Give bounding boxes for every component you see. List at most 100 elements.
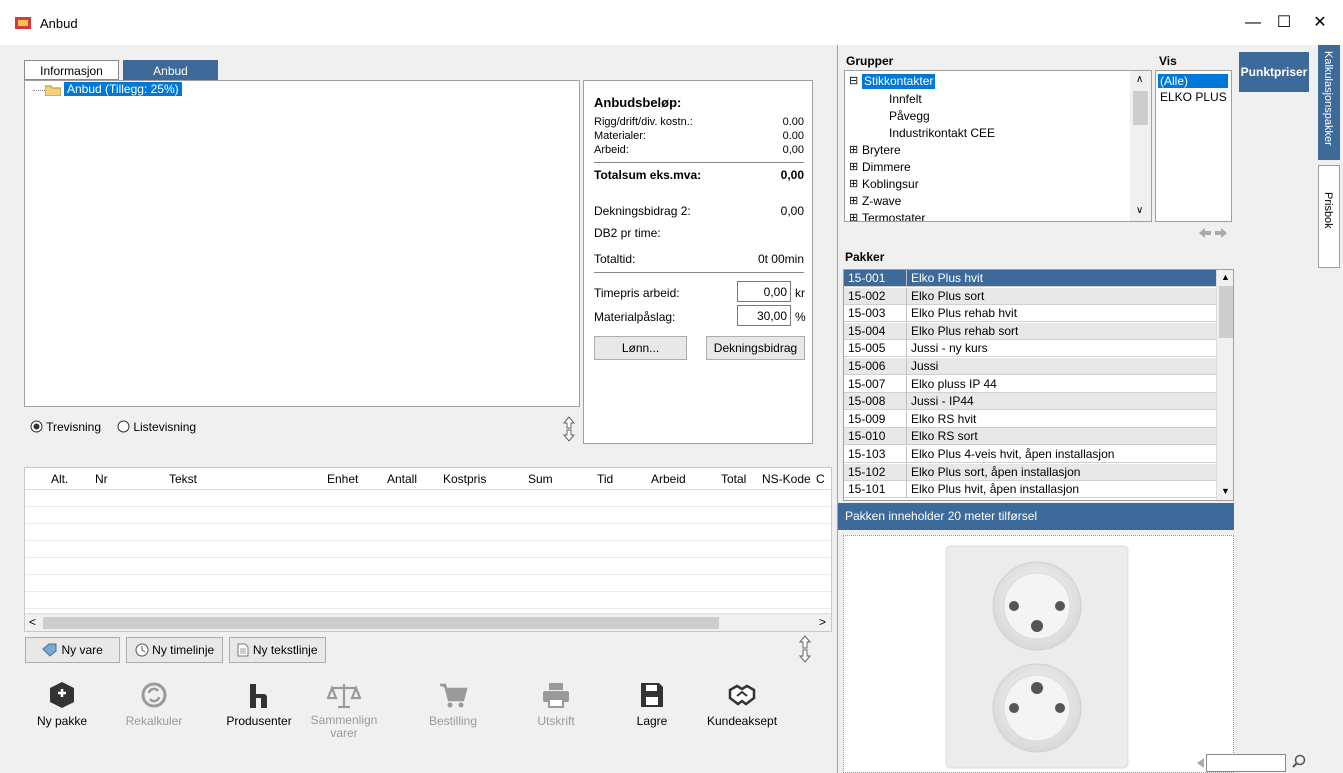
pakke-row[interactable]: 15-006 Jussi: [844, 358, 1216, 375]
pakke-code: 15-103: [848, 447, 886, 461]
scroll-thumb[interactable]: [1219, 286, 1233, 338]
sammenlign-label: Sammenlign varer: [310, 713, 378, 740]
pakke-name: Elko Plus 4-veis hvit, åpen installasjon: [911, 447, 1115, 461]
pakke-row[interactable]: 15-010 Elko RS sort: [844, 428, 1216, 446]
scroll-up-icon[interactable]: ∧: [1136, 74, 1143, 85]
search-icon[interactable]: [1292, 754, 1306, 768]
ny-vare-button[interactable]: Ny vare: [25, 637, 120, 663]
tab-anbud[interactable]: Anbud: [123, 60, 218, 80]
tab-kalkulasjonspakker[interactable]: Kalkulasjonspakker: [1318, 45, 1340, 160]
group-industrikontakt[interactable]: Industrikontakt CEE: [889, 126, 995, 141]
vertical-scrollbar[interactable]: ∧ ∨: [1130, 71, 1151, 221]
expand-icon[interactable]: ⊞: [849, 211, 858, 221]
produsenter-button[interactable]: Produsenter: [214, 680, 304, 728]
group-pavegg[interactable]: Påvegg: [889, 109, 930, 124]
utskrift-button[interactable]: Utskrift: [511, 680, 601, 728]
dekningsbidrag-button[interactable]: Dekningsbidrag: [706, 336, 805, 360]
horizontal-scrollbar[interactable]: < >: [25, 613, 831, 631]
scroll-right-icon[interactable]: >: [819, 615, 826, 629]
pakke-row[interactable]: 15-008 Jussi - IP44: [844, 393, 1216, 411]
pakke-row[interactable]: 15-005 Jussi - ny kurs: [844, 340, 1216, 358]
pakke-name: Elko Plus rehab hvit: [911, 306, 1018, 321]
scroll-left-icon[interactable]: <: [29, 615, 36, 629]
pakke-row[interactable]: 15-003 Elko Plus rehab hvit: [844, 305, 1216, 323]
collapse-icon[interactable]: ⊟: [849, 74, 858, 89]
group-dimmere[interactable]: Dimmere: [862, 160, 911, 175]
radio-listevisning[interactable]: Listevisning: [117, 420, 196, 434]
pakke-row[interactable]: 15-102 Elko Plus sort, åpen installasjon: [844, 463, 1216, 481]
bestilling-label: Bestilling: [428, 714, 478, 728]
db2-row: Dekningsbidrag 2: 0,00: [594, 204, 804, 218]
kundeaksept-button[interactable]: Kundeaksept: [697, 680, 787, 728]
radio-trevisning[interactable]: Trevisning: [30, 420, 101, 434]
lagre-button[interactable]: Lagre: [607, 680, 697, 728]
pakke-name: Elko Plus sort, åpen installasjon: [911, 464, 1081, 479]
scroll-down-icon[interactable]: ▼: [1221, 486, 1230, 496]
paslag-input[interactable]: 30,00: [737, 305, 791, 326]
cart-icon: [408, 680, 498, 714]
pakke-row[interactable]: 15-009 Elko RS hvit: [844, 410, 1216, 428]
lonn-button[interactable]: Lønn...: [594, 336, 687, 360]
expand-icon[interactable]: ⊞: [849, 177, 858, 192]
ny-timelinje-button[interactable]: Ny timelinje: [126, 637, 223, 663]
expand-icon[interactable]: ⊞: [849, 194, 858, 209]
pakke-row[interactable]: 15-001 Elko Plus hvit: [844, 270, 1216, 287]
pakke-row[interactable]: 15-101 Elko Plus hvit, åpen installasjon: [844, 481, 1216, 499]
move-updown-icon[interactable]: [563, 416, 575, 442]
vis-item-elko[interactable]: ELKO PLUS: [1160, 90, 1227, 104]
rekalkuler-button[interactable]: Rekalkuler: [109, 680, 199, 728]
pakke-name: Elko Plus rehab sort: [911, 323, 1019, 338]
vis-item-alle[interactable]: (Alle): [1158, 74, 1228, 88]
pakke-row[interactable]: 15-004 Elko Plus rehab sort: [844, 322, 1216, 340]
group-stikkontakter[interactable]: Stikkontakter: [862, 74, 936, 89]
pakke-separator: [906, 410, 907, 428]
move-updown-icon[interactable]: [799, 635, 811, 663]
tab-informasjon[interactable]: Informasjon: [24, 60, 119, 80]
timepris-input[interactable]: 0,00: [737, 281, 791, 302]
timepris-unit: kr: [795, 286, 805, 300]
tab-kalkulasjonspakker-label: Kalkulasjonspakker: [1322, 51, 1334, 146]
pakke-separator: [906, 270, 907, 287]
swap-arrows-icon[interactable]: [1198, 227, 1228, 239]
scroll-up-icon[interactable]: ▲: [1221, 272, 1230, 282]
scroll-down-icon[interactable]: ∨: [1136, 205, 1143, 216]
factory-icon: [214, 680, 304, 714]
divider: [594, 162, 804, 163]
pakke-name: Jussi: [911, 359, 939, 373]
scroll-thumb[interactable]: [1133, 91, 1148, 125]
group-innfelt[interactable]: Innfelt: [889, 92, 922, 107]
pakke-row[interactable]: 15-002 Elko Plus sort: [844, 287, 1216, 305]
close-button[interactable]: ✕: [1305, 10, 1335, 36]
group-termostater[interactable]: Termostater: [862, 211, 925, 221]
pakke-row[interactable]: 15-007 Elko pluss IP 44: [844, 375, 1216, 393]
ny-pakke-button[interactable]: Ny pakke: [17, 680, 107, 728]
pakke-row[interactable]: 15-103 Elko Plus 4-veis hvit, åpen instal…: [844, 446, 1216, 463]
minimize-button[interactable]: —: [1238, 10, 1268, 36]
expand-icon[interactable]: ⊞: [849, 143, 858, 158]
ny-tekstlinje-button[interactable]: Ny tekstlinje: [229, 637, 326, 663]
punktpriser-button[interactable]: Punktpriser: [1239, 52, 1309, 92]
pakke-separator: [906, 340, 907, 358]
vertical-scrollbar[interactable]: ▲ ▼: [1216, 270, 1233, 500]
sammenlign-button[interactable]: Sammenlign varer: [299, 680, 389, 740]
maximize-button[interactable]: ☐: [1269, 10, 1299, 36]
bestilling-button[interactable]: Bestilling: [408, 680, 498, 728]
totaltid-value: 0t 00min: [757, 252, 804, 266]
scroll-thumb[interactable]: [43, 617, 719, 629]
tab-prisbok[interactable]: Prisbok: [1318, 165, 1340, 268]
db2-time-row: DB2 pr time:: [594, 226, 804, 240]
pakke-name: Elko RS sort: [911, 429, 978, 444]
ny-tekstlinje-label: Ny tekstlinje: [252, 643, 318, 657]
tree-root[interactable]: Anbud (Tillegg: 25%): [64, 82, 182, 96]
pakke-code: 15-009: [848, 411, 886, 426]
rigg-value: 0.00: [782, 116, 804, 128]
group-zwave[interactable]: Z-wave: [862, 194, 901, 209]
paslag-unit: %: [795, 310, 806, 324]
pakke-code: 15-102: [848, 464, 886, 479]
group-koblingsur[interactable]: Koblingsur: [862, 177, 919, 192]
radio-trevisning-label: Trevisning: [46, 420, 102, 434]
arrow-left-icon[interactable]: [1196, 757, 1206, 769]
group-brytere[interactable]: Brytere: [862, 143, 901, 158]
expand-icon[interactable]: ⊞: [849, 160, 858, 175]
image-search-input[interactable]: [1206, 754, 1286, 772]
